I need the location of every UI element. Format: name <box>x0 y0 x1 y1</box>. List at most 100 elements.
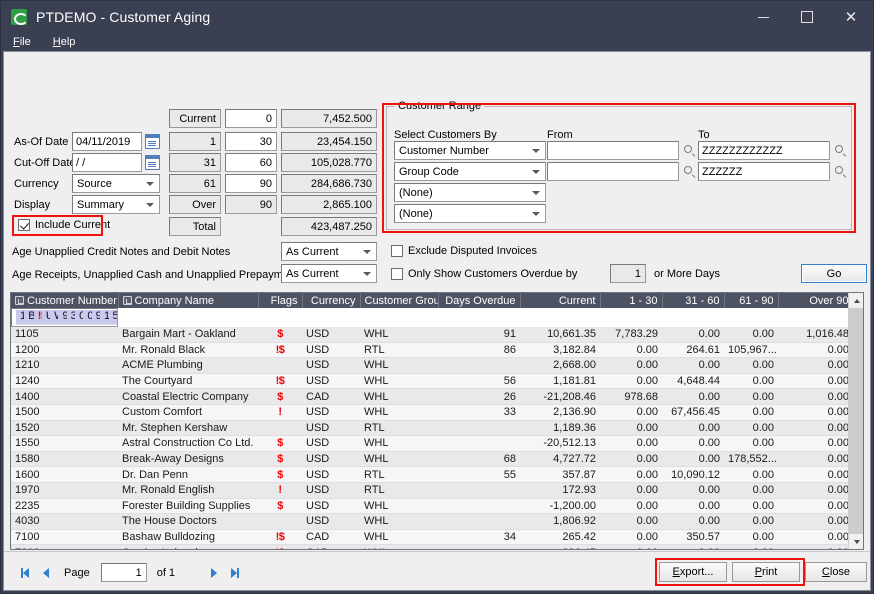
grid-column-header-8[interactable]: 31 - 60 <box>662 293 725 308</box>
include-current-checkbox[interactable]: Include Current <box>18 219 110 231</box>
cell-d31_60: 0.00 <box>662 498 724 515</box>
cell-customer_group: WHL <box>360 373 438 390</box>
table-row[interactable]: 1100Bargain Mart - San Diego!$USDWHL913,… <box>11 308 118 327</box>
print-button[interactable]: Print <box>732 562 800 582</box>
go-button[interactable]: Go <box>801 264 867 283</box>
grid-column-label-4: Customer Group <box>364 294 438 307</box>
menu-help[interactable]: Help <box>53 36 76 48</box>
cell-company_name: Custom Comfort <box>118 404 258 421</box>
close-button[interactable]: ✕ <box>829 1 873 33</box>
display-select[interactable]: Summary <box>72 195 160 214</box>
range-to-input-1[interactable]: ZZZZZZ <box>698 162 830 181</box>
range-select-by-0[interactable]: Customer Number <box>394 141 546 160</box>
cell-customer_group: WHL <box>360 529 438 546</box>
table-row[interactable]: 1600 Dr. Dan Penn $ USD RTL 55 357.87 0.00 10,09… <box>11 466 848 483</box>
table-row[interactable]: 1400 Coastal Electric Company $ CAD WHL 26 -21… <box>11 388 848 405</box>
next-page-button[interactable] <box>207 566 220 580</box>
table-row[interactable]: 1550 Astral Construction Co Ltd. $ USD WHL -2… <box>11 435 848 452</box>
range-select-by-2[interactable]: (None) <box>394 183 546 202</box>
export-button[interactable]: Export... <box>659 562 727 582</box>
calendar-icon[interactable] <box>145 134 160 149</box>
table-row[interactable]: 7200CanAm Industries!$CADWHL286.450.000.… <box>11 544 848 549</box>
cell-customer_number: 1400 <box>11 388 118 405</box>
bucket-days-1[interactable]: 30 <box>225 132 277 151</box>
cell-customer_number: 1600 <box>11 466 118 483</box>
table-row[interactable]: 2235 Forester Building Supplies $ USD WHL -1,… <box>11 498 848 515</box>
grid-column-header-0[interactable]: Customer Number <box>11 293 119 308</box>
cell-d1_30: 978.68 <box>600 388 662 405</box>
first-page-button[interactable] <box>18 566 31 580</box>
scroll-down-button[interactable] <box>849 534 863 549</box>
page-input[interactable]: 1 <box>100 563 147 582</box>
cell-d1_30: 0.00 <box>600 466 662 483</box>
table-row[interactable]: 1520 Mr. Stephen Kershaw USD RTL 1,189.36 0.0… <box>11 420 848 437</box>
scrollbar-thumb[interactable] <box>849 308 863 549</box>
cut-off-date-input[interactable]: / / <box>72 153 142 172</box>
close-dialog-button[interactable]: Close <box>805 562 867 582</box>
table-row[interactable]: 1200 Mr. Ronald Black !$ USD RTL 86 3,182.84 0.… <box>11 342 848 359</box>
range-to-input-0[interactable]: ZZZZZZZZZZZZ <box>698 141 830 160</box>
table-row[interactable]: 1970 Mr. Ronald English! USD RTL 172.93 0.00 0… <box>11 482 848 499</box>
table-row[interactable]: 1580 Break-Away Designs $ USD WHL 68 4,727.72 0… <box>11 451 848 468</box>
last-page-button[interactable] <box>228 566 241 580</box>
range-from-input-1[interactable] <box>547 162 679 181</box>
bucket-days-0[interactable]: 0 <box>225 109 277 128</box>
cell-over90: 0.00 <box>778 357 848 374</box>
grid-column-header-1[interactable]: Company Name <box>118 293 259 308</box>
range-select-by-3[interactable]: (None) <box>394 204 546 223</box>
checkbox-icon <box>18 219 30 231</box>
cell-over90: 0.00 <box>778 388 848 405</box>
table-row[interactable]: 1240 The Courtyard !$ USD WHL 56 1,181.81 0.00 4… <box>11 373 848 390</box>
grid-column-header-10[interactable]: Over 90 <box>778 293 848 308</box>
only-overdue-checkbox[interactable]: Only Show Customers Overdue by <box>391 268 577 280</box>
range-from-input-0[interactable] <box>547 141 679 160</box>
display-value: Summary <box>77 198 125 211</box>
cell-current: -1,200.00 <box>520 498 600 515</box>
grid-column-header-7[interactable]: 1 - 30 <box>600 293 663 308</box>
to-finder-icon-0[interactable] <box>834 144 847 157</box>
table-row[interactable]: 4030 The House Doctors USD WHL 1,806.92 0.00 0… <box>11 513 848 530</box>
maximize-button[interactable] <box>785 1 829 33</box>
grid-column-label-5: Days Overdue <box>445 294 516 307</box>
age-receipts-select[interactable]: As Current <box>281 264 377 283</box>
grid-vertical-scrollbar[interactable] <box>848 293 863 549</box>
table-row[interactable]: 1210 ACME Plumbing USD WHL 2,668.00 0.00 0.00 0… <box>11 357 848 374</box>
bucket-days-3[interactable]: 90 <box>225 174 277 193</box>
to-finder-icon-1[interactable] <box>834 165 847 178</box>
range-select-by-value-0: Customer Number <box>399 144 489 157</box>
grid-column-header-6[interactable]: Current <box>520 293 601 308</box>
range-select-by-1[interactable]: Group Code <box>394 162 546 181</box>
scroll-up-button[interactable] <box>849 293 863 308</box>
display-label: Display <box>14 199 51 211</box>
currency-select[interactable]: Source <box>72 174 160 193</box>
cell-currency: USD <box>302 404 360 421</box>
cell-customer_number: 1550 <box>11 435 118 452</box>
calendar-icon-2[interactable] <box>145 155 160 170</box>
table-row[interactable]: 7100 Bashaw Bulldozing !$ CAD WHL 34 265.42 0.0… <box>11 529 848 546</box>
from-label: From <box>547 129 573 141</box>
age-credit-notes-select[interactable]: As Current <box>281 242 377 261</box>
grid-column-header-3[interactable]: Currency <box>302 293 361 308</box>
grid-column-header-2[interactable]: Flags <box>258 293 303 308</box>
grid-column-header-9[interactable]: 61 - 90 <box>724 293 779 308</box>
cell-d31_60: 0.00 <box>662 451 724 468</box>
menu-file[interactable]: File <box>13 36 31 48</box>
cell-customer_number: 7200 <box>11 544 118 549</box>
exclude-disputed-checkbox[interactable]: Exclude Disputed Invoices <box>391 245 537 257</box>
grid-header-row[interactable]: Customer Number Company Name Flags Currency… <box>11 293 848 308</box>
grid-column-header-5[interactable]: Days Overdue <box>438 293 521 308</box>
cell-currency: USD <box>302 357 360 374</box>
cell-total: 5,177.85 <box>108 309 118 326</box>
table-row[interactable]: 1105 Bargain Mart - Oakland $ USD WHL 91 10,66… <box>11 327 848 343</box>
grid-column-header-4[interactable]: Customer Group <box>360 293 439 308</box>
overdue-days-input[interactable]: 1 <box>610 264 646 283</box>
from-finder-icon-0[interactable] <box>683 144 696 157</box>
grid-column-label-7: 1 - 30 <box>629 294 658 307</box>
table-row[interactable]: 1500 Custom Comfort! USD WHL 33 2,136.90 0.00 6… <box>11 404 848 421</box>
prev-page-button[interactable] <box>39 566 52 580</box>
as-of-date-input[interactable]: 04/11/2019 <box>72 132 142 151</box>
from-finder-icon-1[interactable] <box>683 165 696 178</box>
cell-days_overdue <box>438 544 520 549</box>
minimize-button[interactable] <box>741 1 785 33</box>
bucket-days-2[interactable]: 60 <box>225 153 277 172</box>
